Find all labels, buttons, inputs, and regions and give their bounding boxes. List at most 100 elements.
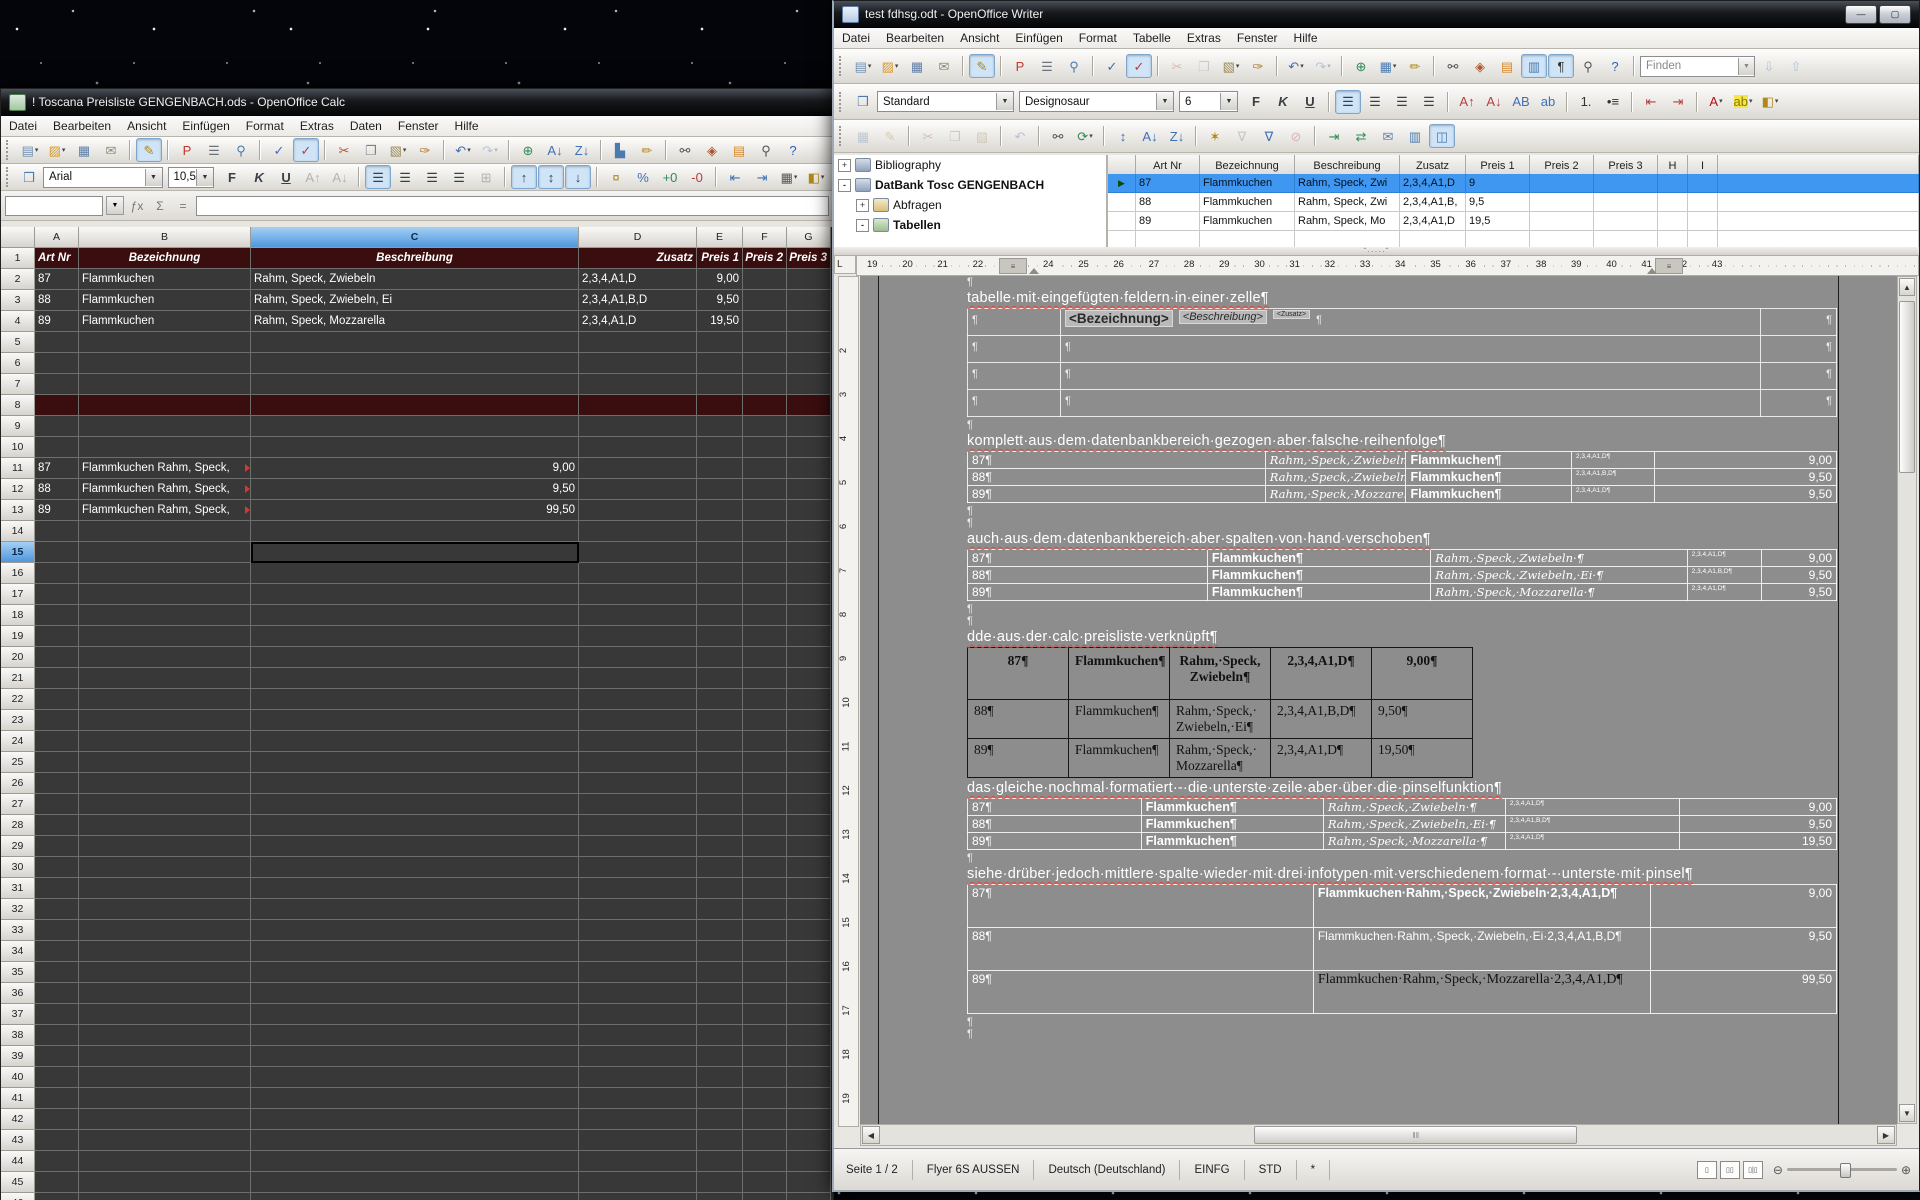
bullet-list-icon[interactable]: •≡: [1600, 90, 1626, 114]
chevron-down-icon[interactable]: ▼: [1738, 58, 1754, 75]
formatting-marks-icon[interactable]: ¶: [1548, 54, 1574, 78]
scroll-down-icon[interactable]: ▼: [1899, 1104, 1915, 1122]
align-center-icon[interactable]: ☰: [1362, 90, 1388, 114]
cell-B8[interactable]: [79, 395, 251, 416]
show-draw-icon[interactable]: ✏: [1402, 54, 1428, 78]
cell-C7[interactable]: [251, 374, 579, 395]
cell-D29[interactable]: [579, 836, 697, 857]
cell-B34[interactable]: [79, 941, 251, 962]
horizontal-scrollbar[interactable]: ◀ ‖‖ ▶: [860, 1124, 1897, 1146]
scrollbar-thumb[interactable]: ‖‖: [1254, 1126, 1577, 1144]
minimize-button[interactable]: —: [1845, 5, 1877, 24]
cell-D30[interactable]: [579, 857, 697, 878]
cell-D31[interactable]: [579, 878, 697, 899]
increase-indent-icon[interactable]: ⇥: [749, 165, 775, 189]
menu-hilfe[interactable]: Hilfe: [1286, 28, 1326, 48]
record-selector[interactable]: [1108, 212, 1136, 231]
cell-G12[interactable]: [787, 479, 831, 500]
cell-D28[interactable]: [579, 815, 697, 836]
sum-icon[interactable]: Σ: [150, 197, 170, 215]
cell-D20[interactable]: [579, 647, 697, 668]
autofilter-icon[interactable]: ✶: [1202, 124, 1228, 148]
ds-cell[interactable]: 2,3,4,A1,B,: [1400, 193, 1466, 212]
cell-F26[interactable]: [743, 773, 787, 794]
cell-F16[interactable]: [743, 563, 787, 584]
cell-G18[interactable]: [787, 605, 831, 626]
cell-B43[interactable]: [79, 1130, 251, 1151]
row-header-43[interactable]: 43: [1, 1130, 35, 1151]
cell-B1[interactable]: Bezeichnung: [79, 248, 251, 269]
row-header-4[interactable]: 4: [1, 311, 35, 332]
menu-datei[interactable]: Datei: [834, 28, 878, 48]
cell-D34[interactable]: [579, 941, 697, 962]
cell-C11[interactable]: 9,00: [251, 458, 579, 479]
menu-format[interactable]: Format: [1071, 28, 1125, 48]
row-header-12[interactable]: 12: [1, 479, 35, 500]
formula-input[interactable]: [196, 196, 829, 216]
db-field-chip[interactable]: <Bezeichnung>: [1065, 310, 1173, 327]
cell-E7[interactable]: [697, 374, 743, 395]
open-icon[interactable]: ▨▾: [44, 138, 70, 162]
cell-A39[interactable]: [35, 1046, 79, 1067]
row-header-13[interactable]: 13: [1, 500, 35, 521]
record-selector[interactable]: ▶: [1108, 174, 1136, 193]
indent-marker[interactable]: [1029, 268, 1039, 274]
cell-G16[interactable]: [787, 563, 831, 584]
percent-format-icon[interactable]: %: [630, 165, 656, 189]
cell-C44[interactable]: [251, 1151, 579, 1172]
paste-icon[interactable]: ▧▾: [1218, 54, 1244, 78]
cell-E34[interactable]: [697, 941, 743, 962]
ds-cell[interactable]: [1530, 212, 1594, 231]
cell-E3[interactable]: 9,50: [697, 290, 743, 311]
cell-D35[interactable]: [579, 962, 697, 983]
menu-bearbeiten[interactable]: Bearbeiten: [45, 116, 119, 136]
find-next-icon[interactable]: ⇩: [1756, 54, 1782, 78]
cell-G35[interactable]: [787, 962, 831, 983]
undo-icon[interactable]: ↶▾: [1283, 54, 1309, 78]
cell-B16[interactable]: [79, 563, 251, 584]
cell-A36[interactable]: [35, 983, 79, 1004]
font-color-icon[interactable]: A▾: [1703, 90, 1729, 114]
chevron-down-icon[interactable]: ▼: [196, 169, 213, 186]
cell-G24[interactable]: [787, 731, 831, 752]
cell-E27[interactable]: [697, 794, 743, 815]
cell-E40[interactable]: [697, 1067, 743, 1088]
left-margin-block[interactable]: ≡: [999, 258, 1027, 274]
cell-D39[interactable]: [579, 1046, 697, 1067]
cell-C5[interactable]: [251, 332, 579, 353]
help-icon[interactable]: ?: [1602, 54, 1628, 78]
cell-C14[interactable]: [251, 521, 579, 542]
merge-cells-icon[interactable]: ⊞: [473, 165, 499, 189]
cell-A44[interactable]: [35, 1151, 79, 1172]
edit-mode-icon[interactable]: ✎: [136, 138, 162, 162]
cell-G27[interactable]: [787, 794, 831, 815]
toolbar-grip[interactable]: [839, 126, 845, 146]
cut-icon[interactable]: ✂: [331, 138, 357, 162]
cell-C35[interactable]: [251, 962, 579, 983]
cell-G26[interactable]: [787, 773, 831, 794]
borders-icon[interactable]: ▦▾: [776, 165, 802, 189]
row-header-34[interactable]: 34: [1, 941, 35, 962]
cell-E20[interactable]: [697, 647, 743, 668]
row-header-26[interactable]: 26: [1, 773, 35, 794]
row-header-24[interactable]: 24: [1, 731, 35, 752]
gallery-icon[interactable]: ▤: [1494, 54, 1520, 78]
show-draw-icon[interactable]: ✏: [634, 138, 660, 162]
cell-C32[interactable]: [251, 899, 579, 920]
calc-titlebar[interactable]: ! Toscana Preisliste GENGENBACH.ods - Op…: [1, 89, 833, 116]
cell-B33[interactable]: [79, 920, 251, 941]
sort-descending-icon[interactable]: Z↓: [569, 138, 595, 162]
row-header-38[interactable]: 38: [1, 1025, 35, 1046]
spellcheck-icon[interactable]: ✓: [266, 138, 292, 162]
cell-F6[interactable]: [743, 353, 787, 374]
ds-cell[interactable]: [1658, 231, 1688, 247]
cell-B6[interactable]: [79, 353, 251, 374]
cell-E16[interactable]: [697, 563, 743, 584]
cell-D41[interactable]: [579, 1088, 697, 1109]
row-header-2[interactable]: 2: [1, 269, 35, 290]
cell-E22[interactable]: [697, 689, 743, 710]
increase-indent-icon[interactable]: ⇥: [1665, 90, 1691, 114]
scroll-left-icon[interactable]: ◀: [862, 1126, 880, 1144]
cell-E2[interactable]: 9,00: [697, 269, 743, 290]
zoom-in-icon[interactable]: ⊕: [1901, 1163, 1911, 1177]
